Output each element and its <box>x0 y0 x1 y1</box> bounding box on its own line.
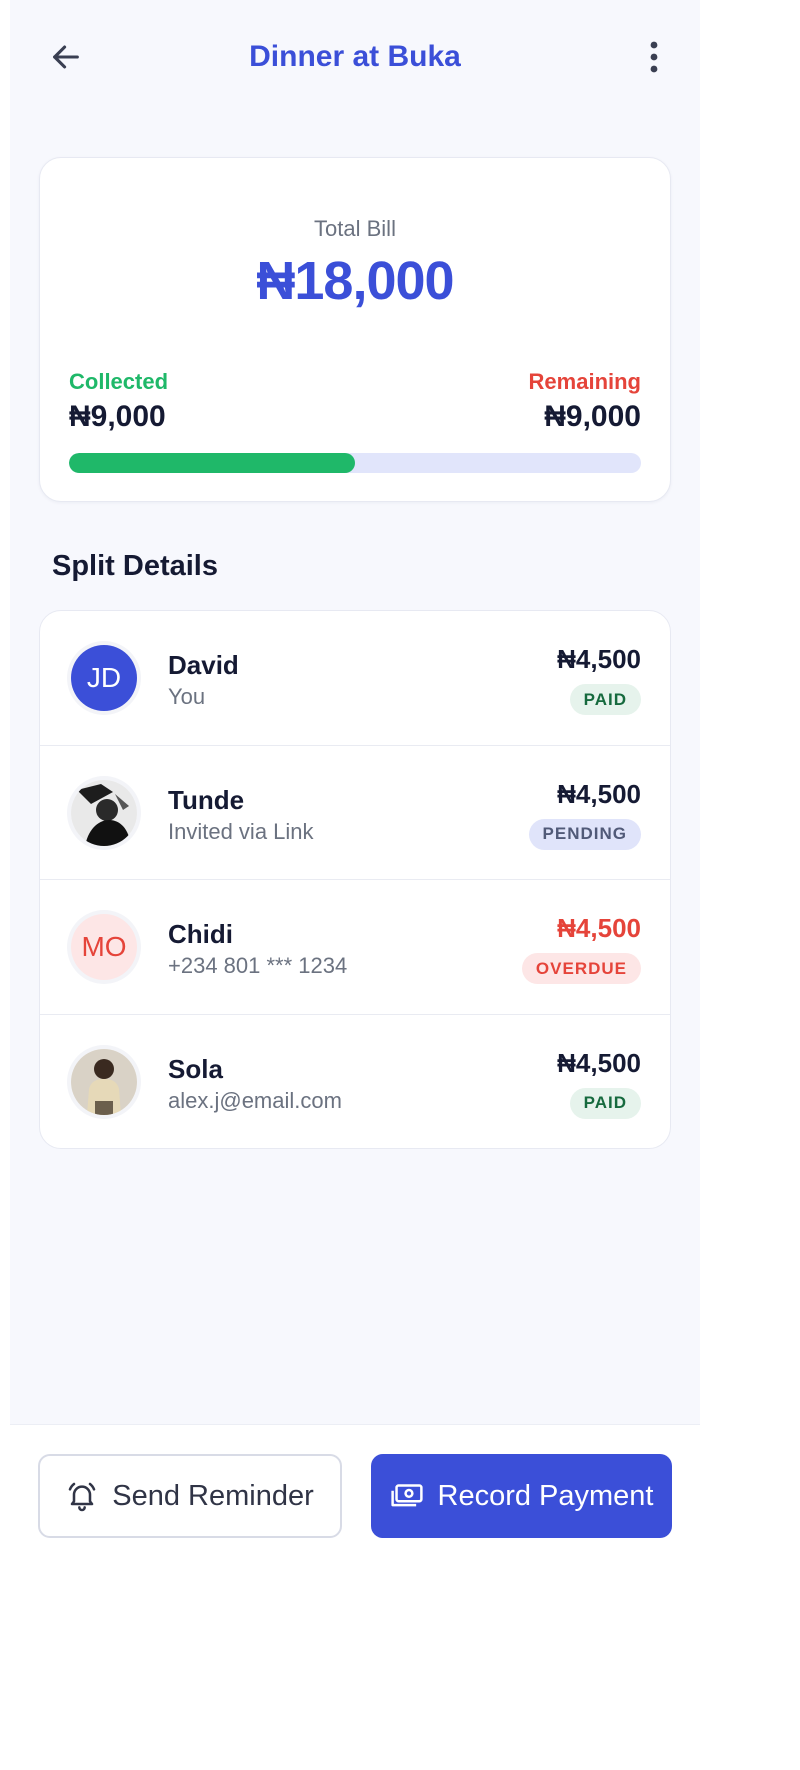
avatar-initials: JD <box>86 662 122 693</box>
split-details-list: JD David You ₦4,500 PAID Tunde Invited v… <box>39 610 671 1149</box>
total-bill-label: Total Bill <box>314 216 396 241</box>
remaining-amount: ₦9,000 <box>544 400 641 433</box>
participant-row[interactable]: Tunde Invited via Link ₦4,500 PENDING <box>40 746 670 880</box>
collected-label: Collected <box>69 369 169 394</box>
avatar: JD <box>71 645 137 711</box>
send-reminder-button[interactable]: Send Reminder <box>38 1454 342 1538</box>
participant-name: Chidi <box>168 919 233 949</box>
participant-subtitle: You <box>168 684 206 709</box>
avatar: MO <box>71 914 137 980</box>
status-badge: PAID <box>569 1087 641 1119</box>
participant-subtitle: alex.j@email.com <box>168 1087 342 1113</box>
app-header: Dinner at Buka <box>10 0 700 115</box>
participant-subtitle: +234 801 *** 1234 <box>168 953 348 978</box>
bottom-action-bar: Send Reminder Record Payment <box>10 1424 700 1770</box>
collection-progress-fill <box>69 453 355 473</box>
participant-subtitle: Invited via Link <box>168 818 314 844</box>
participant-row[interactable]: JD David You ₦4,500 PAID <box>40 611 670 746</box>
participant-amount: ₦4,500 <box>557 644 641 674</box>
avatar-initials: MO <box>81 931 127 962</box>
remaining-label: Remaining <box>528 369 641 394</box>
participant-name: Tunde <box>168 784 245 815</box>
section-title: Split Details <box>52 550 218 582</box>
screen: Dinner at Buka Total Bill ₦18,000 Collec… <box>10 0 700 1770</box>
send-reminder-label: Send Reminder <box>112 1479 314 1512</box>
collection-progress-bar <box>69 453 641 473</box>
page-title: Dinner at Buka <box>249 40 461 73</box>
participant-name: David <box>168 650 239 680</box>
more-vertical-icon <box>650 41 658 73</box>
person-photo-icon <box>71 779 137 846</box>
record-payment-label: Record Payment <box>437 1479 654 1512</box>
bell-icon <box>68 1482 96 1512</box>
participant-amount: ₦4,500 <box>557 1047 641 1078</box>
participant-name: Sola <box>168 1053 223 1084</box>
cash-icon <box>390 1484 423 1507</box>
participant-amount: ₦4,500 <box>557 913 641 943</box>
total-bill-amount: ₦18,000 <box>256 251 454 311</box>
participant-row[interactable]: MO Chidi +234 801 *** 1234 ₦4,500 OVERDU… <box>40 880 670 1015</box>
collected-amount: ₦9,000 <box>69 400 166 433</box>
person-photo-icon <box>71 1048 137 1115</box>
participant-row[interactable]: Sola alex.j@email.com ₦4,500 PAID <box>40 1015 670 1149</box>
status-badge: OVERDUE <box>521 953 641 984</box>
record-payment-button[interactable]: Record Payment <box>371 1454 672 1538</box>
avatar <box>71 1048 137 1115</box>
status-badge: PAID <box>569 684 641 715</box>
participant-amount: ₦4,500 <box>557 778 641 809</box>
status-badge: PENDING <box>528 818 641 850</box>
bill-summary-card: Total Bill ₦18,000 Collected ₦9,000 Rema… <box>39 157 671 502</box>
avatar <box>71 779 137 846</box>
more-options-button[interactable] <box>632 35 676 79</box>
